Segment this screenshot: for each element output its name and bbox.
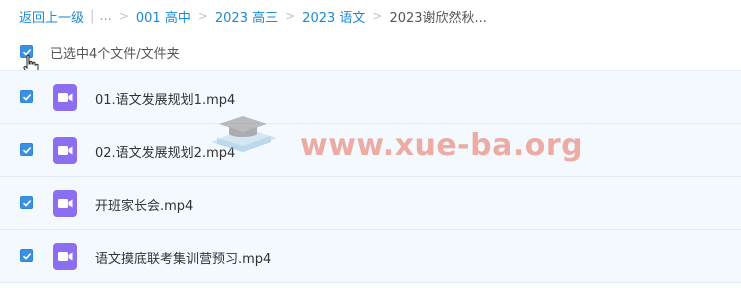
- breadcrumb: 返回上一级 | ... > 001 高中 > 2023 高三 > 2023 语文…: [19, 6, 487, 26]
- file-name[interactable]: 语文摸底联考集训营预习.mp4: [95, 248, 271, 267]
- chevron-right-icon: >: [118, 9, 129, 23]
- breadcrumb-item-subject[interactable]: 2023 语文: [302, 7, 365, 26]
- file-row[interactable]: 语文摸底联考集训营预习.mp4: [0, 230, 741, 283]
- chevron-right-icon: >: [197, 9, 208, 23]
- file-name[interactable]: 开班家长会.mp4: [95, 195, 193, 214]
- file-checkbox[interactable]: [20, 196, 33, 209]
- chevron-right-icon: >: [372, 9, 383, 23]
- back-link[interactable]: 返回上一级: [19, 7, 84, 26]
- file-row[interactable]: 开班家长会.mp4: [0, 177, 741, 230]
- file-row[interactable]: 01.语文发展规划1.mp4: [0, 70, 741, 124]
- file-checkbox[interactable]: [20, 143, 33, 156]
- chevron-right-icon: >: [285, 9, 296, 23]
- video-file-icon: [53, 243, 77, 270]
- video-file-icon: [53, 137, 77, 164]
- selection-count-text: 已选中4个文件/文件夹: [50, 47, 180, 62]
- file-checkbox[interactable]: [20, 249, 33, 262]
- checkmark-icon: [22, 199, 31, 207]
- checkmark-icon: [22, 146, 31, 154]
- file-list: 01.语文发展规划1.mp4 02.语文发展规划2.mp4 开班家长会.mp4 …: [0, 70, 741, 283]
- breadcrumb-current: 2023谢欣然秋...: [389, 10, 487, 26]
- checkmark-icon: [22, 93, 31, 101]
- breadcrumb-item-year[interactable]: 2023 高三: [215, 7, 278, 26]
- breadcrumb-ellipsis[interactable]: ...: [99, 9, 111, 24]
- file-checkbox[interactable]: [20, 90, 33, 103]
- breadcrumb-item-grade[interactable]: 001 高中: [136, 7, 191, 26]
- watermark-text: www.xue-ba.org: [300, 128, 584, 163]
- video-file-icon: [53, 190, 77, 217]
- file-name[interactable]: 01.语文发展规划1.mp4: [95, 89, 235, 108]
- graduation-cap-watermark-icon: [211, 116, 277, 152]
- selection-bar: 已选中4个文件/文件夹: [0, 36, 741, 77]
- breadcrumb-divider: |: [90, 8, 95, 24]
- checkmark-icon: [22, 252, 31, 260]
- video-file-icon: [53, 84, 77, 111]
